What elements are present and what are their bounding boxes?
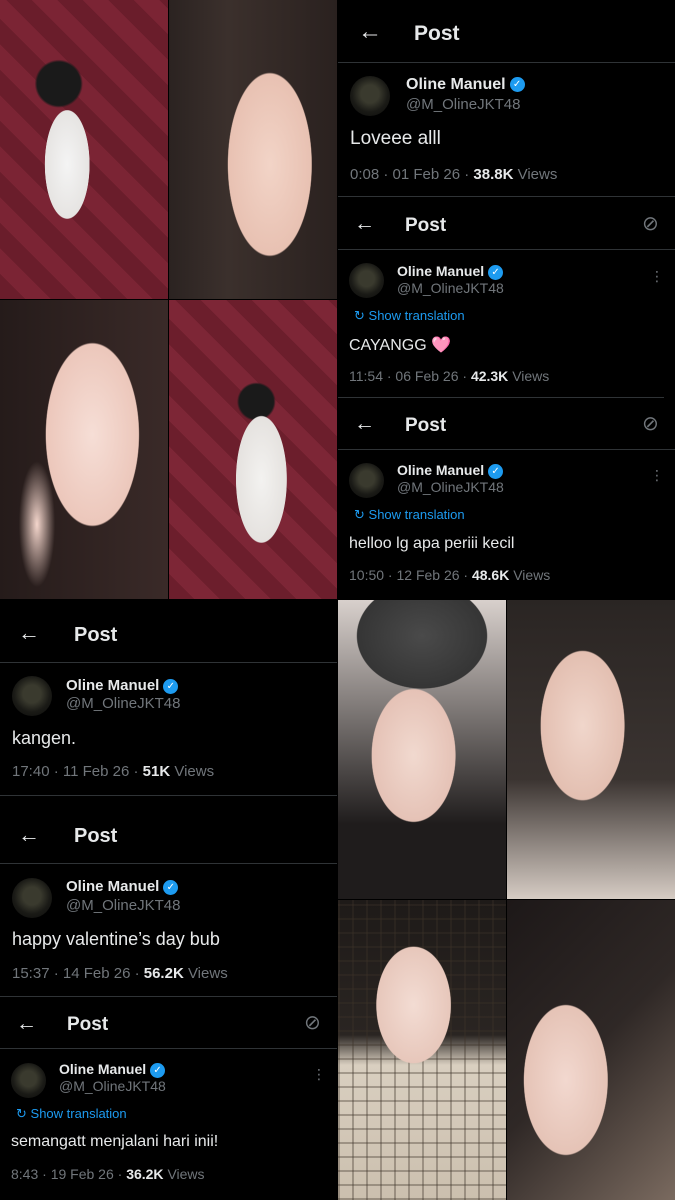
author-handle[interactable]: @M_OlineJKT48 — [66, 695, 180, 712]
divider — [0, 795, 337, 796]
pink-heart-emoji: 🩷 — [431, 337, 452, 354]
tweet-text: happy valentine’s day bub — [12, 929, 220, 949]
show-translation-link[interactable]: ↻ Show translation — [354, 507, 465, 523]
translate-icon: ↻ — [354, 507, 365, 522]
post-header-title: Post — [414, 22, 460, 45]
tweet-meta: 15:37 · 14 Feb 26 · 56.2K Views — [12, 965, 228, 982]
tweet-meta: 11:54 · 06 Feb 26 · 42.3K Views — [349, 368, 550, 384]
divider — [0, 863, 337, 864]
more-options-icon[interactable]: ⋮ — [650, 269, 664, 283]
post-panel-1: ← Post Oline Manuel ✓ @M_OlineJKT48 Lovee… — [338, 0, 675, 196]
verified-badge-icon: ✓ — [509, 77, 525, 93]
photo-closeup-eye[interactable] — [507, 900, 675, 1200]
author-handle[interactable]: @M_OlineJKT48 — [406, 96, 520, 113]
author-handle[interactable]: @M_OlineJKT48 — [397, 280, 504, 296]
more-options-icon[interactable]: ⋮ — [650, 468, 664, 482]
divider — [0, 1048, 337, 1049]
photo-selfie-closeup[interactable] — [169, 0, 337, 299]
post-header: ← Post — [338, 0, 675, 64]
tweet-text: kangen. — [12, 728, 77, 748]
photo-plaid-shirt[interactable] — [338, 900, 506, 1200]
post-panel-5: ← Post Oline Manuel ✓ @M_OlineJKT48 happy… — [0, 800, 337, 996]
author-name[interactable]: Oline Manuel ✓ — [59, 1061, 166, 1078]
post-panel-2: ← Post ⊘ Oline Manuel ✓ @M_OlineJKT48 ⋮ ↻… — [338, 197, 675, 397]
back-arrow-icon[interactable]: ← — [16, 1012, 37, 1036]
translate-icon: ↻ — [16, 1106, 27, 1121]
tweet-text: semangatt menjalani hari inii! — [11, 1133, 219, 1150]
post-header-title: Post — [74, 624, 118, 646]
grok-icon[interactable]: ⊘ — [642, 211, 659, 236]
tweet-text: helloo lg apa periii kecil — [349, 535, 515, 552]
avatar[interactable] — [350, 76, 390, 116]
avatar[interactable] — [349, 263, 384, 298]
photo-peace-sign-selfie[interactable] — [0, 300, 168, 599]
view-count: 42.3K — [470, 368, 509, 384]
grok-icon[interactable]: ⊘ — [642, 411, 659, 436]
back-arrow-icon[interactable]: ← — [354, 212, 375, 236]
avatar[interactable] — [12, 676, 52, 716]
tweet-text: CAYANGG 🩷 — [349, 337, 452, 354]
post-panel-4: ← Post Oline Manuel ✓ @M_OlineJKT48 kange… — [0, 600, 337, 795]
author-name[interactable]: Oline Manuel ✓ — [397, 462, 504, 479]
divider — [338, 62, 675, 63]
post-panel-3: ← Post ⊘ Oline Manuel ✓ @M_OlineJKT48 ⋮ ↻… — [338, 398, 675, 598]
tweet-meta: 0:08 · 01 Feb 26 · 38.8K Views — [350, 166, 558, 183]
avatar[interactable] — [349, 463, 384, 498]
author-name[interactable]: Oline Manuel ✓ — [66, 878, 179, 895]
verified-badge-icon: ✓ — [163, 678, 179, 694]
view-count: 51K — [142, 763, 171, 780]
photo-selfie-long-hair[interactable] — [507, 600, 675, 899]
verified-badge-icon: ✓ — [163, 879, 179, 895]
post-header-title: Post — [405, 215, 447, 236]
divider — [338, 449, 675, 450]
grok-icon[interactable]: ⊘ — [304, 1010, 321, 1035]
view-count: 48.6K — [471, 567, 510, 583]
avatar[interactable] — [12, 878, 52, 918]
verified-badge-icon: ✓ — [488, 463, 504, 479]
back-arrow-icon[interactable]: ← — [18, 620, 40, 646]
back-arrow-icon[interactable]: ← — [354, 412, 375, 436]
author-handle[interactable]: @M_OlineJKT48 — [66, 897, 180, 914]
post-header-title: Post — [67, 1014, 109, 1035]
divider — [338, 249, 675, 250]
show-translation-link[interactable]: ↻ Show translation — [354, 308, 465, 324]
show-translation-link[interactable]: ↻ Show translation — [16, 1106, 127, 1122]
post-panel-6: ← Post ⊘ Oline Manuel ✓ @M_OlineJKT48 ⋮ ↻… — [0, 997, 337, 1200]
author-name[interactable]: Oline Manuel ✓ — [66, 677, 179, 694]
view-count: 36.2K — [126, 1166, 164, 1182]
tweet-meta: 17:40 · 11 Feb 26 · 51K Views — [12, 763, 215, 780]
photo-door-side-profile[interactable] — [169, 300, 337, 599]
author-name[interactable]: Oline Manuel ✓ — [406, 76, 525, 94]
photo-beret-glasses[interactable] — [338, 600, 506, 899]
photo-door-white-dress[interactable] — [0, 0, 168, 299]
post-header-title: Post — [74, 825, 118, 847]
view-count: 38.8K — [473, 166, 514, 183]
post-header-title: Post — [405, 415, 447, 436]
view-count: 56.2K — [143, 965, 184, 982]
author-handle[interactable]: @M_OlineJKT48 — [397, 479, 504, 495]
tweet-meta: 8:43 · 19 Feb 26 · 36.2K Views — [11, 1166, 205, 1182]
verified-badge-icon: ✓ — [488, 264, 504, 280]
translate-icon: ↻ — [354, 308, 365, 323]
back-arrow-icon[interactable]: ← — [18, 822, 40, 848]
author-name[interactable]: Oline Manuel ✓ — [397, 263, 504, 280]
back-arrow-icon[interactable]: ← — [358, 18, 382, 46]
tweet-meta: 10:50 · 12 Feb 26 · 48.6K Views — [349, 567, 551, 583]
tweet-text: Loveee alll — [350, 128, 441, 149]
author-handle[interactable]: @M_OlineJKT48 — [59, 1078, 166, 1094]
divider — [0, 662, 337, 663]
more-options-icon[interactable]: ⋮ — [312, 1067, 326, 1081]
avatar[interactable] — [11, 1063, 46, 1098]
verified-badge-icon: ✓ — [150, 1062, 166, 1078]
